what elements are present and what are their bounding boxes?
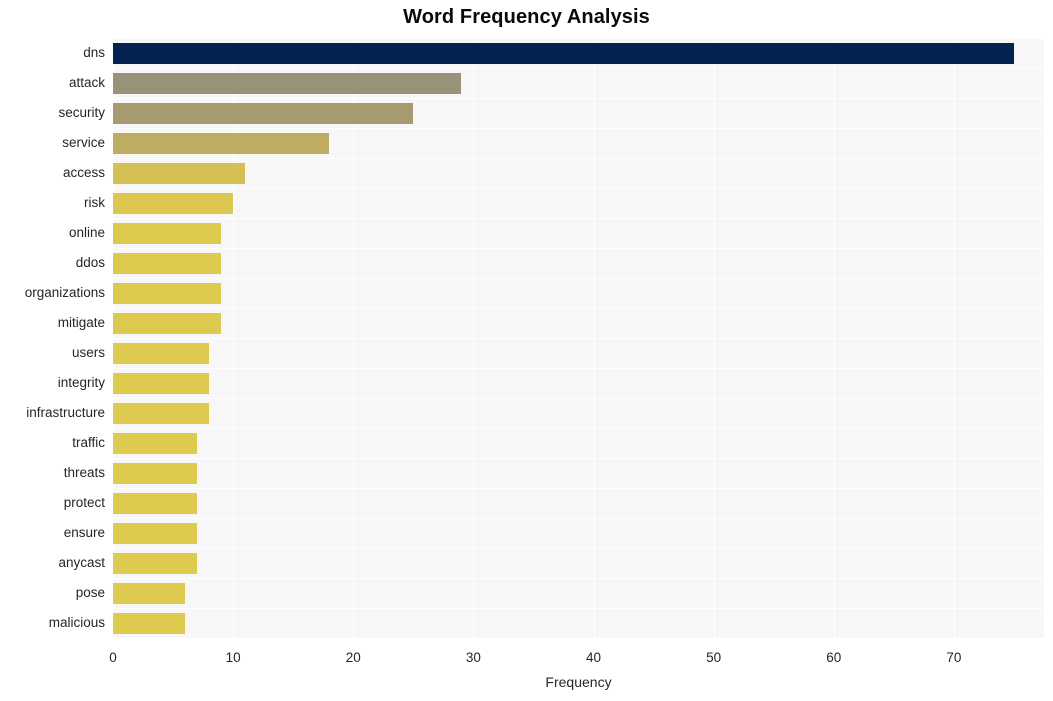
x-tick-label-20: 20 — [345, 650, 361, 665]
y-tick-label-attack: attack — [68, 75, 105, 90]
gridline-horizontal — [113, 188, 1044, 189]
bar-threats — [113, 463, 197, 484]
bar-ddos — [113, 253, 221, 274]
y-tick-label-threats: threats — [63, 465, 105, 480]
y-tick-label-risk: risk — [84, 195, 105, 210]
bar-users — [113, 343, 209, 364]
y-tick-label-integrity: integrity — [57, 375, 105, 390]
gridline-horizontal — [113, 488, 1044, 489]
x-tick-label-50: 50 — [706, 650, 722, 665]
x-tick-label-40: 40 — [586, 650, 602, 665]
gridline-horizontal — [113, 428, 1044, 429]
y-tick-label-mitigate: mitigate — [57, 315, 105, 330]
bar-mitigate — [113, 313, 221, 334]
y-tick-label-access: access — [62, 165, 105, 180]
y-tick-label-protect: protect — [63, 495, 105, 510]
gridline-horizontal — [113, 608, 1044, 609]
x-axis-tick-labels: 0 10 20 30 40 50 60 70 — [0, 650, 1053, 670]
y-tick-label-ddos: ddos — [75, 255, 105, 270]
gridline-horizontal — [113, 38, 1044, 39]
plot-area — [113, 38, 1044, 638]
gridline-horizontal — [113, 308, 1044, 309]
gridline-horizontal — [113, 98, 1044, 99]
gridline-horizontal — [113, 128, 1044, 129]
y-tick-label-traffic: traffic — [72, 435, 105, 450]
x-axis-title: Frequency — [545, 674, 612, 690]
page-title: Word Frequency Analysis — [403, 6, 650, 28]
bar-attack — [113, 73, 461, 94]
bar-security — [113, 103, 413, 124]
gridline-horizontal — [113, 458, 1044, 459]
bar-traffic — [113, 433, 197, 454]
y-tick-label-malicious: malicious — [48, 615, 105, 630]
bar-infrastructure — [113, 403, 209, 424]
gridline-horizontal — [113, 158, 1044, 159]
gridline-horizontal — [113, 68, 1044, 69]
x-tick-label-60: 60 — [826, 650, 842, 665]
gridline-horizontal — [113, 338, 1044, 339]
y-tick-label-anycast: anycast — [58, 555, 105, 570]
y-tick-label-ensure: ensure — [63, 525, 105, 540]
gridline-horizontal — [113, 368, 1044, 369]
bar-anycast — [113, 553, 197, 574]
x-tick-label-10: 10 — [225, 650, 241, 665]
x-tick-label-30: 30 — [465, 650, 481, 665]
bar-organizations — [113, 283, 221, 304]
x-tick-label-70: 70 — [946, 650, 962, 665]
y-tick-label-service: service — [62, 135, 105, 150]
y-axis-tick-labels: dns attack security service access risk online… — [0, 38, 105, 638]
gridline-horizontal — [113, 278, 1044, 279]
gridline-horizontal — [113, 218, 1044, 219]
gridline-horizontal — [113, 398, 1044, 399]
gridline-horizontal — [113, 548, 1044, 549]
y-tick-label-organizations: organizations — [24, 285, 105, 300]
y-tick-label-users: users — [71, 345, 105, 360]
chart-figure: Word Frequency Analysis dns attack securit… — [0, 0, 1053, 701]
gridline-horizontal — [113, 518, 1044, 519]
gridline-horizontal — [113, 578, 1044, 579]
x-tick-label-0: 0 — [109, 650, 117, 665]
bar-risk — [113, 193, 233, 214]
y-tick-label-security: security — [58, 105, 105, 120]
bar-malicious — [113, 613, 185, 634]
bar-dns — [113, 43, 1014, 64]
bar-integrity — [113, 373, 209, 394]
bar-protect — [113, 493, 197, 514]
bar-service — [113, 133, 329, 154]
bar-ensure — [113, 523, 197, 544]
bar-access — [113, 163, 245, 184]
bar-online — [113, 223, 221, 244]
y-tick-label-dns: dns — [83, 45, 105, 60]
y-tick-label-pose: pose — [75, 585, 105, 600]
y-tick-label-online: online — [68, 225, 105, 240]
y-tick-label-infrastructure: infrastructure — [26, 405, 105, 420]
bar-pose — [113, 583, 185, 604]
gridline-horizontal — [113, 248, 1044, 249]
